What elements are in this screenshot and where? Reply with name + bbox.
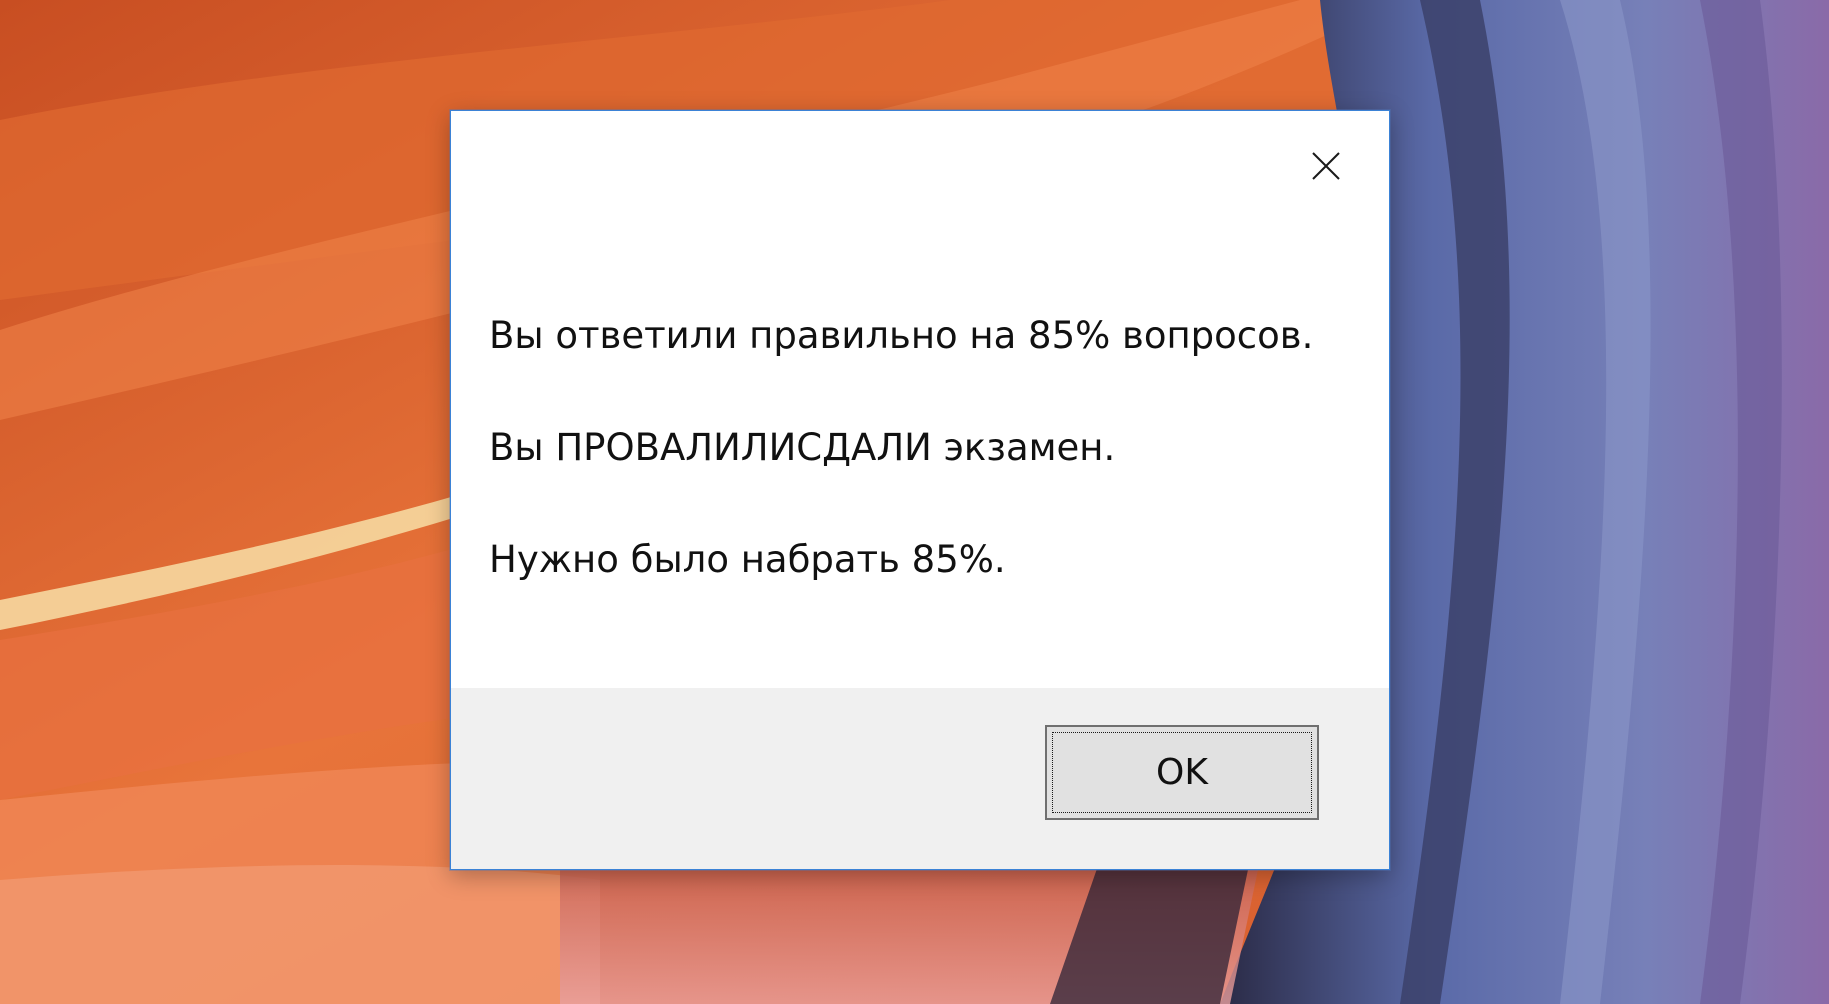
ok-button-label: OK <box>1156 752 1208 793</box>
message-dialog: Вы ответили правильно на 85% вопросов. В… <box>450 110 1390 870</box>
message-body: Вы ответили правильно на 85% вопросов. В… <box>489 316 1349 652</box>
close-icon <box>1312 152 1340 180</box>
close-button[interactable] <box>1299 139 1353 193</box>
result-percentage-text: Вы ответили правильно на 85% вопросов. <box>489 314 1314 357</box>
required-score-text: Нужно было набрать 85%. <box>489 538 1006 581</box>
exam-status-text: Вы ПРОВАЛИЛИСДАЛИ экзамен. <box>489 426 1116 469</box>
ok-button[interactable]: OK <box>1045 725 1319 820</box>
dialog-footer: OK <box>451 688 1389 869</box>
